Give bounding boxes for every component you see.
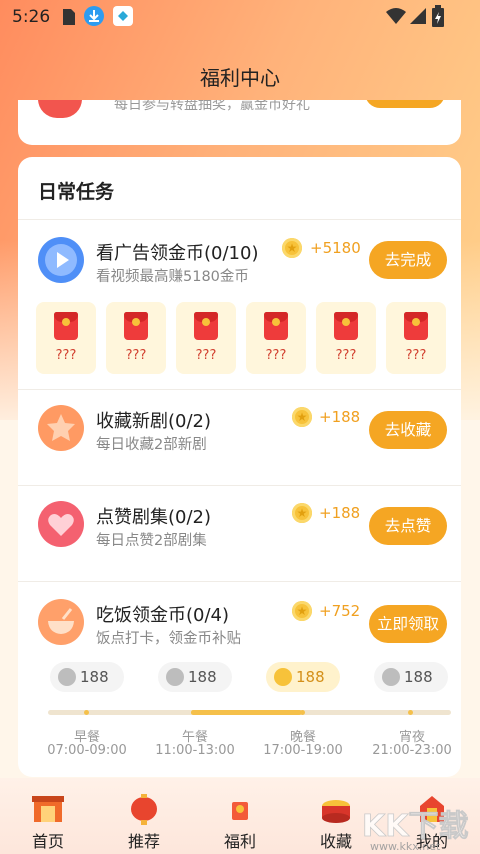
lottery-icon <box>38 100 82 118</box>
svg-text:KK下载: KK下载 <box>362 809 469 844</box>
red-envelope-label: ??? <box>335 348 357 363</box>
coin-icon <box>382 668 400 686</box>
gift-icon <box>232 802 248 820</box>
tab-label: 福利 <box>223 832 256 851</box>
watermark-logo: KK下载 www.kkx.net <box>362 809 469 853</box>
signal-icon <box>410 8 426 24</box>
coin-icon <box>166 668 184 686</box>
red-envelope-icon <box>194 312 218 340</box>
progress-tick <box>84 710 89 715</box>
status-bar: 5:26 <box>0 0 480 34</box>
drum-icon <box>322 800 350 823</box>
meal-slot-dinner[interactable]: 188 <box>266 662 340 692</box>
meal-time: 17:00-19:00 <box>263 743 343 758</box>
red-envelope-icon <box>264 312 288 340</box>
meal-time: 21:00-23:00 <box>372 743 452 758</box>
lantern-icon <box>131 794 157 825</box>
meal-slot-late-night[interactable]: 188 <box>374 662 448 692</box>
progress-tick <box>408 710 413 715</box>
meal-coins: 188 <box>188 668 217 686</box>
task-subtitle: 每日点赞2部剧集 <box>96 533 207 549</box>
coin-icon: ★ <box>292 503 312 523</box>
lottery-card: 每日参与转盘抽奖，赢金币好礼 <box>18 100 461 145</box>
tab-recommend[interactable]: 推荐 <box>96 778 192 854</box>
meal-time: 11:00-13:00 <box>155 743 235 758</box>
home-icon <box>32 796 64 822</box>
task-reward: +188 <box>319 408 361 426</box>
red-envelope-label: ??? <box>265 348 287 363</box>
red-envelope-icon <box>404 312 428 340</box>
lottery-text: 每日参与转盘抽奖，赢金币好礼 <box>114 100 310 113</box>
status-time: 5:26 <box>12 7 51 27</box>
task-title: 收藏新剧(0/2) <box>96 411 212 432</box>
red-envelope[interactable]: ??? <box>246 302 306 374</box>
app-notification-icon <box>113 6 133 26</box>
task-watch-ads: 看广告领金币(0/10) 看视频最高赚5180金币 ★ +5180 去完成 ??… <box>18 219 461 389</box>
wifi-icon <box>386 8 406 24</box>
bowl-icon <box>38 599 84 645</box>
tab-label: 推荐 <box>127 832 160 851</box>
daily-tasks-title: 日常任务 <box>38 181 115 203</box>
meal-slot-lunch[interactable]: 188 <box>158 662 232 692</box>
meal-coins: 188 <box>80 668 109 686</box>
coin-icon <box>58 668 76 686</box>
meal-coins: 188 <box>296 668 325 686</box>
task-subtitle: 每日收藏2部新剧 <box>96 437 207 453</box>
red-envelope-label: ??? <box>55 348 77 363</box>
meal-slot-breakfast[interactable]: 188 <box>50 662 124 692</box>
coin-icon: ★ <box>292 407 312 427</box>
red-envelope[interactable]: ??? <box>176 302 236 374</box>
red-envelope[interactable]: ??? <box>36 302 96 374</box>
red-envelope-label: ??? <box>405 348 427 363</box>
play-icon <box>38 237 84 283</box>
red-envelope-row: ??? ??? ??? ??? ??? ??? <box>36 302 461 374</box>
tab-home[interactable]: 首页 <box>0 778 96 854</box>
download-icon <box>84 6 104 26</box>
go-complete-button[interactable]: 去完成 <box>369 241 447 279</box>
claim-now-button[interactable]: 立即领取 <box>369 605 447 643</box>
red-envelope-icon <box>54 312 78 340</box>
coin-icon <box>274 668 292 686</box>
go-like-button[interactable]: 去点赞 <box>369 507 447 545</box>
task-reward: +752 <box>319 602 361 620</box>
heart-icon <box>38 501 84 547</box>
red-envelope-icon <box>334 312 358 340</box>
task-title: 吃饭领金币(0/4) <box>96 605 230 626</box>
meal-coins: 188 <box>404 668 433 686</box>
svg-text:www.kkx.net: www.kkx.net <box>370 840 441 853</box>
coin-icon: ★ <box>282 238 302 258</box>
task-reward: +188 <box>319 504 361 522</box>
battery-icon <box>432 5 444 27</box>
task-reward: +5180 <box>310 239 361 257</box>
tab-label: 首页 <box>31 832 64 851</box>
task-favorite: 收藏新剧(0/2) 每日收藏2部新剧 ★ +188 去收藏 <box>18 389 461 485</box>
sim-card-icon <box>63 9 75 25</box>
red-envelope[interactable]: ??? <box>106 302 166 374</box>
lottery-button[interactable] <box>365 100 445 108</box>
red-envelope-label: ??? <box>125 348 147 363</box>
tab-welfare[interactable]: 福利 <box>192 778 288 854</box>
coin-icon: ★ <box>292 601 312 621</box>
meal-time: 07:00-09:00 <box>47 743 127 758</box>
task-subtitle: 饭点打卡，领金币补贴 <box>96 631 241 647</box>
meal-progress-fill <box>191 710 302 715</box>
red-envelope[interactable]: ??? <box>316 302 376 374</box>
task-title: 看广告领金币(0/10) <box>96 243 259 264</box>
red-envelope[interactable]: ??? <box>386 302 446 374</box>
red-envelope-icon <box>124 312 148 340</box>
progress-tick <box>300 710 305 715</box>
task-like: 点赞剧集(0/2) 每日点赞2部剧集 ★ +188 去点赞 <box>18 485 461 581</box>
task-subtitle: 看视频最高赚5180金币 <box>96 269 249 285</box>
star-icon <box>38 405 84 451</box>
task-title: 点赞剧集(0/2) <box>96 507 212 528</box>
go-favorite-button[interactable]: 去收藏 <box>369 411 447 449</box>
page-title: 福利中心 <box>200 66 280 90</box>
red-envelope-label: ??? <box>195 348 217 363</box>
progress-tick <box>191 710 196 715</box>
